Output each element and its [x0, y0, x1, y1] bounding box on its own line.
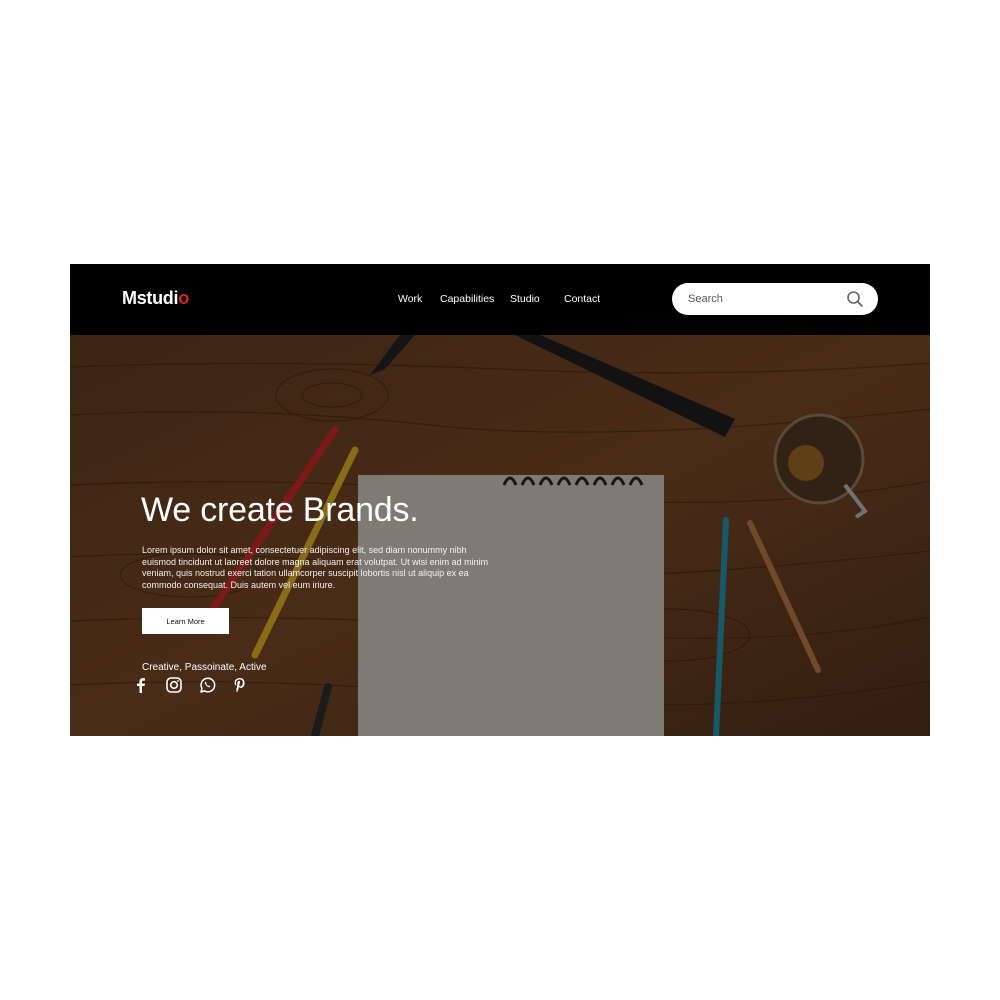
nav-link-capabilities[interactable]: Capabilities [440, 293, 494, 305]
website-frame: Mstudio Work Capabilities Studio Contact [70, 264, 930, 736]
hero-tagline: Creative, Passoinate, Active [142, 662, 267, 673]
hero-headline: We create Brands. [141, 491, 419, 529]
search-input[interactable] [688, 291, 838, 307]
whatsapp-icon[interactable] [198, 676, 216, 694]
search-icon[interactable] [846, 290, 864, 308]
nav-link-contact[interactable]: Contact [564, 293, 600, 305]
instagram-icon[interactable] [165, 676, 183, 694]
logo-accent-letter: o [178, 288, 189, 308]
facebook-icon[interactable] [132, 676, 150, 694]
nav-link-studio[interactable]: Studio [510, 293, 540, 305]
logo-text: Mstudi [122, 288, 179, 308]
hero-body-text: Lorem ipsum dolor sit amet, consectetuer… [142, 545, 489, 590]
search-box [672, 283, 878, 315]
learn-more-button[interactable]: Learn More [142, 608, 229, 634]
logo[interactable]: Mstudio [122, 288, 189, 309]
pinterest-icon[interactable] [231, 676, 249, 694]
top-navbar: Mstudio Work Capabilities Studio Contact [70, 264, 930, 335]
nav-link-work[interactable]: Work [398, 293, 422, 305]
